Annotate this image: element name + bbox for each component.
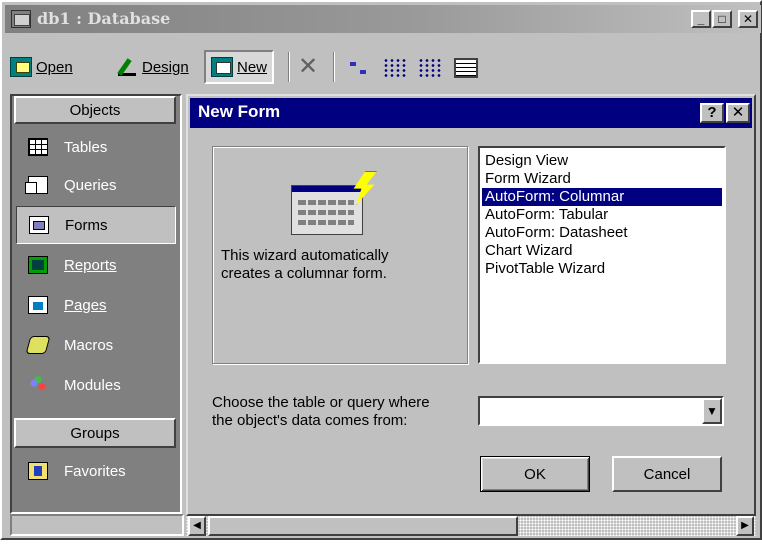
- design-icon: [116, 57, 138, 77]
- page-icon: [28, 296, 48, 314]
- list-option-chart-wizard[interactable]: Chart Wizard: [482, 242, 722, 260]
- open-button[interactable]: Open: [10, 50, 73, 84]
- minimize-button[interactable]: _: [691, 10, 711, 28]
- favorites-icon: [28, 462, 48, 480]
- close-dialog-button[interactable]: ✕: [726, 103, 750, 123]
- ok-button[interactable]: OK: [480, 456, 590, 492]
- form-wizard-icon: [291, 171, 381, 239]
- open-icon: [10, 57, 32, 77]
- scroll-right-icon[interactable]: ▶: [736, 516, 754, 536]
- list-option-design-view[interactable]: Design View: [482, 152, 722, 170]
- list-option-form-wizard[interactable]: Form Wizard: [482, 170, 722, 188]
- source-combobox[interactable]: ▼: [478, 396, 724, 426]
- details-view-icon[interactable]: [454, 58, 478, 78]
- objects-item-tables[interactable]: Tables: [16, 128, 176, 166]
- list-option-autoform-datasheet[interactable]: AutoForm: Datasheet: [482, 224, 722, 242]
- scrollbar-thumb[interactable]: [208, 516, 518, 536]
- new-button[interactable]: New: [204, 50, 275, 84]
- list-option-autoform-columnar[interactable]: AutoForm: Columnar: [482, 188, 722, 206]
- database-icon: [11, 10, 31, 28]
- objects-item-label: Macros: [64, 336, 114, 354]
- new-icon: [211, 57, 233, 77]
- objects-item-macros[interactable]: Macros: [16, 326, 176, 364]
- cancel-button[interactable]: Cancel: [612, 456, 722, 492]
- small-icons-view-icon[interactable]: [383, 58, 407, 78]
- close-window-button[interactable]: ✕: [738, 10, 758, 28]
- groups-header[interactable]: Groups: [14, 418, 176, 448]
- design-button[interactable]: Design: [116, 50, 189, 84]
- table-icon: [28, 138, 48, 156]
- wizard-preview-pane: This wizard automatically creates a colu…: [212, 146, 468, 364]
- new-form-dialog: New Form ? ✕ This wizard automatically c…: [186, 94, 756, 516]
- large-icons-view-icon[interactable]: [348, 58, 372, 78]
- source-label: Choose the table or query where the obje…: [212, 394, 430, 429]
- database-toolbar: Open Design New ✕: [8, 48, 758, 88]
- groups-item-favorites[interactable]: Favorites: [16, 452, 176, 490]
- groups-item-label: Favorites: [64, 462, 126, 480]
- query-icon: [25, 176, 48, 194]
- toolbar-separator: [288, 52, 290, 82]
- form-icon: [29, 216, 49, 234]
- delete-icon[interactable]: ✕: [298, 55, 318, 79]
- objects-item-reports[interactable]: Reports: [16, 246, 176, 284]
- objects-header[interactable]: Objects: [14, 96, 176, 124]
- form-field-line: [298, 200, 354, 205]
- help-button[interactable]: ?: [700, 103, 724, 123]
- design-label: Design: [142, 58, 189, 76]
- dialog-titlebar[interactable]: New Form ? ✕: [190, 98, 752, 128]
- objects-item-modules[interactable]: Modules: [16, 366, 176, 404]
- objects-item-label: Queries: [64, 176, 117, 194]
- objects-item-queries[interactable]: Queries: [16, 166, 176, 204]
- form-field-line: [298, 210, 354, 215]
- macro-icon: [25, 336, 51, 354]
- list-option-pivottable-wizard[interactable]: PivotTable Wizard: [482, 260, 722, 278]
- objects-item-pages[interactable]: Pages: [16, 286, 176, 324]
- wizard-description: This wizard automatically creates a colu…: [221, 247, 389, 282]
- form-field-line: [298, 220, 354, 225]
- dialog-title: New Form: [198, 102, 281, 121]
- module-icon: [28, 376, 48, 394]
- new-label: New: [237, 58, 268, 76]
- horizontal-scrollbar[interactable]: ◀ ▶: [186, 516, 756, 536]
- form-type-list[interactable]: Design View Form Wizard AutoForm: Column…: [478, 146, 726, 364]
- list-view-icon[interactable]: [418, 58, 442, 78]
- objects-item-label: Forms: [65, 216, 108, 234]
- maximize-button[interactable]: □: [712, 10, 732, 28]
- toolbar-separator: [333, 52, 335, 82]
- objects-bar-footer: [10, 514, 184, 536]
- window-title: db1 : Database: [37, 9, 171, 28]
- report-icon: [28, 256, 48, 274]
- open-label: Open: [36, 58, 73, 76]
- list-option-autoform-tabular[interactable]: AutoForm: Tabular: [482, 206, 722, 224]
- objects-item-label: Modules: [64, 376, 121, 394]
- scroll-left-icon[interactable]: ◀: [188, 516, 206, 536]
- objects-item-label: Pages: [64, 296, 107, 314]
- objects-item-label: Tables: [64, 138, 108, 156]
- objects-item-label: Reports: [64, 256, 117, 274]
- database-titlebar[interactable]: db1 : Database _ □ ✕: [5, 5, 761, 33]
- dropdown-arrow-icon[interactable]: ▼: [702, 398, 722, 424]
- objects-item-forms[interactable]: Forms: [16, 206, 176, 244]
- form-preview-graphic: [291, 185, 363, 235]
